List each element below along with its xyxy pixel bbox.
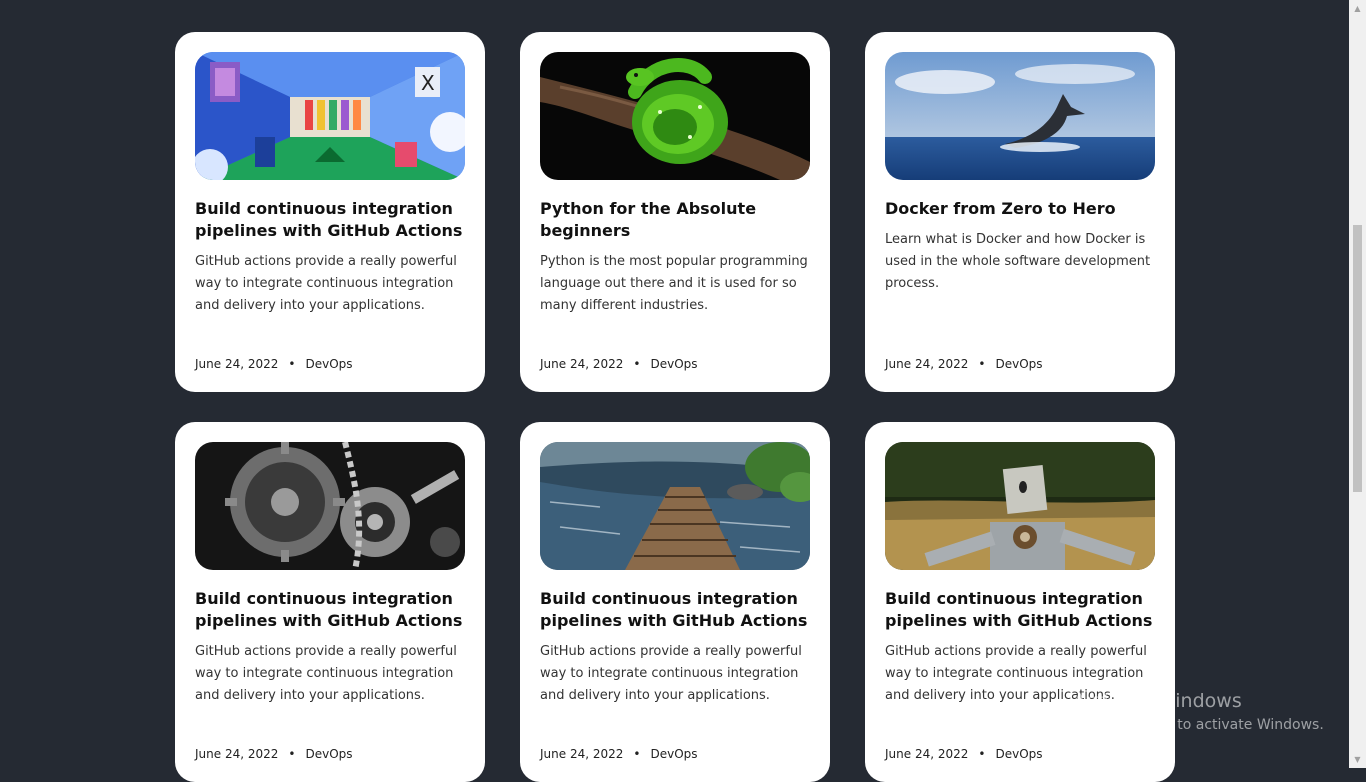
svg-text:X: X — [421, 71, 435, 95]
article-card[interactable]: Docker from Zero to Hero Learn what is D… — [865, 32, 1175, 392]
article-card[interactable]: Build continuous integration pipelines w… — [520, 422, 830, 782]
meta-separator: • — [633, 747, 641, 761]
article-image[interactable] — [540, 52, 810, 180]
article-description: Python is the most popular programming l… — [540, 254, 808, 313]
article-category[interactable]: DevOps — [650, 747, 697, 761]
article-image[interactable] — [885, 52, 1155, 180]
metal-gears-image — [195, 442, 465, 570]
article-date: June 24, 2022 — [540, 747, 624, 761]
article-title[interactable]: Docker from Zero to Hero — [885, 198, 1155, 220]
article-category[interactable]: DevOps — [305, 357, 352, 371]
article-title[interactable]: Build continuous integration pipelines w… — [195, 588, 465, 632]
whale-tail-image — [885, 52, 1155, 180]
article-grid: X Build continuous integration pipelines… — [175, 32, 1175, 782]
article-date: June 24, 2022 — [885, 357, 969, 371]
abstract-corridor-image: X — [195, 52, 465, 180]
article-description: GitHub actions provide a really powerful… — [885, 644, 1147, 703]
article-image[interactable] — [885, 442, 1155, 570]
meta-separator: • — [288, 747, 296, 761]
article-meta: June 24, 2022 • DevOps — [885, 747, 1043, 761]
article-category[interactable]: DevOps — [305, 747, 352, 761]
article-card[interactable]: X Build continuous integration pipelines… — [175, 32, 485, 392]
article-category[interactable]: DevOps — [650, 357, 697, 371]
wooden-bridge-image — [540, 442, 810, 570]
article-image[interactable]: X — [195, 52, 465, 180]
article-card[interactable]: Build continuous integration pipelines w… — [175, 422, 485, 782]
article-date: June 24, 2022 — [195, 747, 279, 761]
scrollbar-thumb[interactable] — [1353, 225, 1362, 492]
article-date: June 24, 2022 — [195, 357, 279, 371]
article-meta: June 24, 2022 • DevOps — [195, 747, 353, 761]
tin-robot-image — [885, 442, 1155, 570]
scroll-up-arrow-icon[interactable]: ▲ — [1349, 0, 1366, 17]
article-meta: June 24, 2022 • DevOps — [885, 357, 1043, 371]
meta-separator: • — [978, 357, 986, 371]
article-card[interactable]: Python for the Absolute beginners Python… — [520, 32, 830, 392]
meta-separator: • — [978, 747, 986, 761]
article-description: GitHub actions provide a really powerful… — [540, 644, 802, 703]
meta-separator: • — [633, 357, 641, 371]
article-image[interactable] — [195, 442, 465, 570]
article-description: GitHub actions provide a really powerful… — [195, 254, 457, 313]
python-snake-image — [540, 52, 810, 180]
vertical-scrollbar[interactable]: ▲ ▼ — [1349, 0, 1366, 768]
article-category[interactable]: DevOps — [995, 357, 1042, 371]
article-title[interactable]: Build continuous integration pipelines w… — [540, 588, 810, 632]
article-meta: June 24, 2022 • DevOps — [540, 357, 698, 371]
article-image[interactable] — [540, 442, 810, 570]
article-title[interactable]: Build continuous integration pipelines w… — [885, 588, 1155, 632]
article-date: June 24, 2022 — [540, 357, 624, 371]
article-card[interactable]: Build continuous integration pipelines w… — [865, 422, 1175, 782]
article-title[interactable]: Build continuous integration pipelines w… — [195, 198, 465, 242]
scroll-down-arrow-icon[interactable]: ▼ — [1349, 751, 1366, 768]
article-meta: June 24, 2022 • DevOps — [540, 747, 698, 761]
article-title[interactable]: Python for the Absolute beginners — [540, 198, 810, 242]
meta-separator: • — [288, 357, 296, 371]
article-description: GitHub actions provide a really powerful… — [195, 644, 457, 703]
article-description: Learn what is Docker and how Docker is u… — [885, 232, 1151, 291]
article-category[interactable]: DevOps — [995, 747, 1042, 761]
article-date: June 24, 2022 — [885, 747, 969, 761]
article-meta: June 24, 2022 • DevOps — [195, 357, 353, 371]
